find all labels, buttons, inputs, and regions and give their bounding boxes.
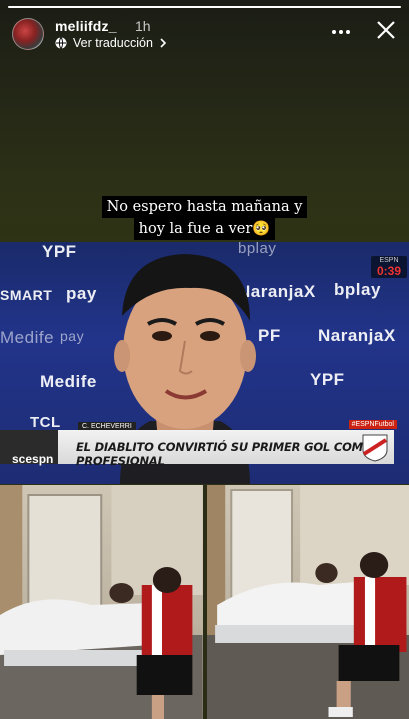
- sponsor-naranjax-2: NaranjaX: [318, 326, 396, 345]
- translate-label: Ver traducción: [73, 36, 153, 50]
- sponsor-pay-2: pay: [60, 328, 85, 344]
- sponsor-ypf-2: YPF: [310, 370, 345, 389]
- globe-icon: [55, 37, 67, 49]
- chevron-right-icon: [160, 38, 167, 48]
- caption-line-2: hoy la fue a ver🥺: [133, 218, 276, 240]
- network-watermark: scespn: [12, 452, 54, 466]
- story-progress-bar: [8, 6, 401, 8]
- sponsor-medife: Medife: [0, 328, 55, 347]
- story-progress-fill: [8, 6, 401, 8]
- sponsor-ypf: YPF: [42, 242, 77, 261]
- story-caption: No espero hasta mañana y hoy la fue a ve…: [0, 196, 409, 240]
- time-ago: 1h: [135, 18, 151, 34]
- username[interactable]: meliifdz_: [55, 18, 117, 34]
- hospital-photos: [0, 485, 409, 719]
- sponsor-smart: SMART: [0, 287, 53, 303]
- caption-line-1: No espero hasta mañana y: [101, 196, 308, 218]
- story-viewer[interactable]: meliifdz_ 1h Ver traducción No espero ha…: [0, 0, 409, 719]
- translate-link[interactable]: Ver traducción: [55, 36, 167, 50]
- more-options-icon[interactable]: [331, 22, 351, 42]
- interview-video-frame: YPF bplay SMART pay NaranjaX bplay Medif…: [0, 242, 409, 484]
- avatar[interactable]: [12, 18, 44, 50]
- headline-lower-third: EL DIABLITO CONVIRTIÓ SU PRIMER GOL COMO…: [58, 430, 394, 468]
- hospital-scene-right: [206, 485, 409, 719]
- live-time: 0:39: [376, 264, 402, 278]
- hospital-scene-left: [0, 485, 203, 719]
- sponsor-bplay: bplay: [334, 280, 381, 299]
- sponsor-pay: pay: [66, 284, 97, 303]
- hospital-photo-right: [206, 485, 409, 719]
- story-header: meliifdz_ 1h Ver traducción: [10, 14, 399, 54]
- headline-text: EL DIABLITO CONVIRTIÓ SU PRIMER GOL COMO…: [76, 440, 373, 468]
- hospital-photo-left: [0, 485, 203, 719]
- river-plate-crest-icon: [362, 434, 388, 462]
- close-icon[interactable]: [375, 19, 397, 41]
- hashtag-badge: #ESPNFutbol: [348, 420, 397, 429]
- espn-live-clock: ESPN 0:39: [371, 256, 407, 278]
- sponsor-tcl: TCL: [30, 414, 61, 431]
- sponsor-medife-2: Medife: [40, 372, 97, 391]
